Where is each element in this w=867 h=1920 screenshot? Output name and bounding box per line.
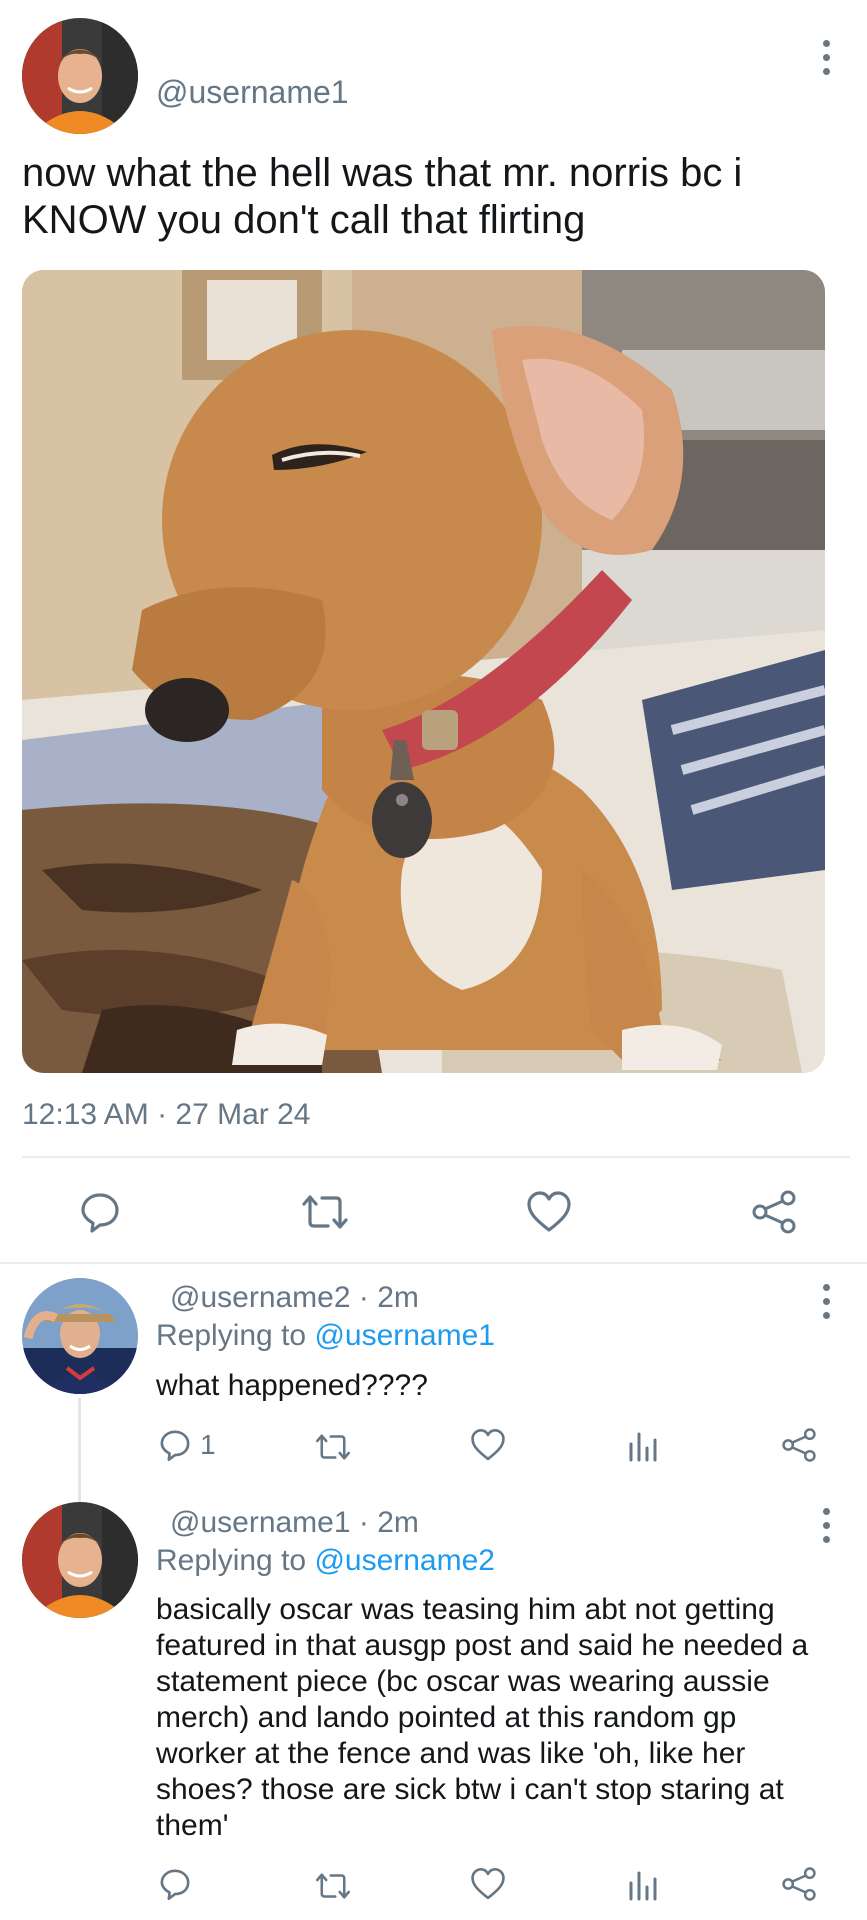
reply-header: @username2 · 2m xyxy=(170,1280,419,1316)
reply-icon xyxy=(160,1869,190,1900)
retweet-icon xyxy=(315,1873,351,1899)
reply-icon xyxy=(81,1193,119,1233)
retweet-icon xyxy=(302,1195,348,1229)
like-button[interactable] xyxy=(470,1428,506,1462)
heart-icon xyxy=(471,1868,505,1900)
share-button[interactable] xyxy=(782,1428,816,1462)
retweet-icon xyxy=(315,1434,351,1460)
separator-dot: · xyxy=(350,1506,378,1539)
tweet-text-line-2: KNOW you don't call that flirting xyxy=(22,198,586,242)
tweet-timestamp: 12:13 AM · 27 Mar 24 xyxy=(22,1098,311,1131)
reply-time: 2m xyxy=(377,1506,419,1539)
replying-to-label: Replying to xyxy=(156,1319,307,1352)
reply-count: 1 xyxy=(200,1429,216,1460)
tweet-image[interactable] xyxy=(22,270,825,1073)
thread-line xyxy=(78,1398,81,1502)
reply-button[interactable] xyxy=(158,1867,192,1901)
reply-author-handle[interactable]: @username1 xyxy=(170,1506,351,1539)
more-options-icon[interactable] xyxy=(820,40,832,75)
reply-author-handle[interactable]: @username2 xyxy=(170,1281,351,1314)
reply-time: 2m xyxy=(377,1281,419,1314)
reply-text: what happened???? xyxy=(156,1369,428,1402)
reply-text-line: basically oscar was teasing him abt not … xyxy=(156,1593,775,1626)
reply-button[interactable]: 1 xyxy=(158,1428,216,1462)
reply-icon xyxy=(160,1430,190,1461)
stats-icon xyxy=(629,1871,657,1901)
stats-button[interactable] xyxy=(628,1428,658,1462)
tweet-author-handle[interactable]: @username1 xyxy=(156,72,349,112)
stats-button[interactable] xyxy=(628,1867,658,1901)
profile-photo xyxy=(22,1502,138,1618)
reply-text-line: merch) and lando pointed at this random … xyxy=(156,1701,737,1734)
share-icon xyxy=(752,1190,796,1234)
replying-to-handle[interactable]: @username2 xyxy=(314,1544,495,1577)
retweet-button[interactable] xyxy=(312,1432,354,1462)
more-options-icon[interactable] xyxy=(820,1508,832,1543)
replying-to-label: Replying to xyxy=(156,1544,307,1577)
share-icon xyxy=(782,1867,816,1901)
avatar[interactable] xyxy=(22,1278,138,1394)
reply-text-line: them' xyxy=(156,1809,229,1842)
replying-to: Replying to @username2 xyxy=(156,1543,495,1579)
share-icon xyxy=(782,1428,816,1462)
retweet-button[interactable] xyxy=(312,1871,354,1901)
profile-photo xyxy=(22,18,138,134)
more-options-icon[interactable] xyxy=(820,1284,832,1319)
divider xyxy=(0,1262,867,1264)
heart-icon xyxy=(527,1191,571,1232)
share-button[interactable] xyxy=(752,1190,796,1234)
replying-to-handle[interactable]: @username1 xyxy=(314,1319,495,1352)
reply-header: @username1 · 2m xyxy=(170,1505,419,1541)
like-button[interactable] xyxy=(526,1190,572,1234)
reply-button[interactable] xyxy=(78,1190,122,1234)
divider xyxy=(22,1156,850,1158)
like-button[interactable] xyxy=(470,1867,506,1901)
share-button[interactable] xyxy=(782,1867,816,1901)
retweet-button[interactable] xyxy=(298,1192,352,1232)
tweet-text-line-1: now what the hell was that mr. norris bc… xyxy=(22,151,743,195)
separator-dot: · xyxy=(350,1281,378,1314)
reply-text-line: featured in that ausgp post and said he … xyxy=(156,1629,809,1662)
avatar[interactable] xyxy=(22,1502,138,1618)
dog-photo xyxy=(22,270,825,1073)
profile-photo xyxy=(22,1278,138,1394)
reply-text-line: worker at the fence and was like 'oh, li… xyxy=(156,1737,746,1770)
stats-icon xyxy=(629,1432,657,1462)
avatar[interactable] xyxy=(22,18,138,134)
reply-text-line: statement piece (bc oscar was wearing au… xyxy=(156,1665,770,1698)
heart-icon xyxy=(471,1429,505,1461)
replying-to: Replying to @username1 xyxy=(156,1318,495,1354)
reply-text-line: shoes? those are sick btw i can't stop s… xyxy=(156,1773,784,1806)
